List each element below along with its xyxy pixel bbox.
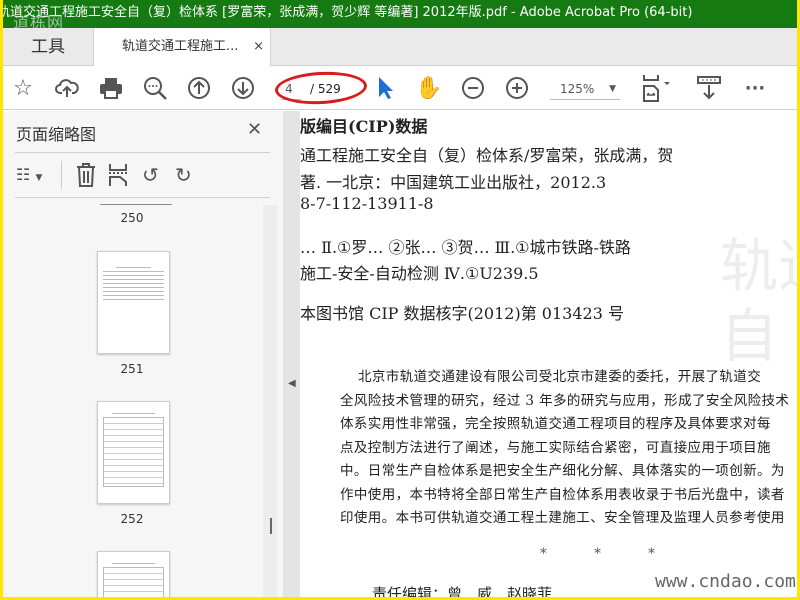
panel-resize-grip[interactable] [270,518,272,534]
panel-title: 页面缩略图 [16,125,97,144]
collapse-panel-arrow-icon[interactable]: ◀ [288,378,296,389]
arrow-down-icon[interactable] [229,74,257,102]
arrow-up-icon[interactable] [185,74,213,102]
rotate-left-icon[interactable]: ↺ [142,163,159,187]
panel-splitter[interactable]: ◀ [283,111,300,597]
chevron-down-icon: ▼ [609,84,616,94]
paragraph-line: 全风险技术管理的研究，经过 3 年多的研究与应用，形成了安全风险技术 [340,393,790,409]
thumbnail-options-icon[interactable]: ☷ ▼ [16,165,42,184]
thumbnail-label: 250 [120,211,144,225]
thumbnail-label: 251 [120,362,144,376]
divider [61,161,62,189]
tab-tools[interactable]: 工具 [3,28,93,66]
tab-document-label: 轨道交通工程施工... [122,39,239,54]
thumbnail-scrollbar[interactable] [263,205,277,597]
tab-document[interactable]: 轨道交通工程施工... × [93,28,271,67]
zoom-value: 125% [560,82,595,96]
paragraph-line: 体系实用性非常强，完全按照轨道交通工程项目的程序及具体要求对每 [340,416,771,432]
thumbnail-page-252[interactable] [97,401,170,504]
window-title: 轨道交通工程施工安全自（复）检体系 [罗富荣，张成满，贺少辉 等编著] 2012… [3,5,693,20]
more-icon[interactable]: ··· [741,74,769,102]
paragraph-line: 中。日常生产自检体系是把安全生产细化分解、具体落实的一项创新。为 [340,463,785,479]
site-watermark: www.cndao.com [655,571,796,592]
paragraph-line: 印使用。本书可供轨道交通工程土建施工、安全管理及监理人员参考使用 [340,510,785,526]
thumbnail-page-253[interactable] [97,551,170,597]
insert-page-icon[interactable] [108,163,128,192]
red-annotation-ellipse [274,69,368,107]
editor-line: 责任编辑：曾 威 赵晓菲 [372,585,553,597]
title-bar: 轨道交通工程施工安全自（复）检体系 [罗富荣，张成满，贺少辉 等编著] 2012… [3,0,797,32]
zoom-out-icon[interactable] [459,74,487,102]
thumbnail-page-edge [100,204,172,205]
cloud-upload-icon[interactable] [53,74,81,102]
trash-icon[interactable] [76,163,96,192]
star-icon[interactable]: ☆ [9,74,37,102]
thumbnail-list: 250 251 252 [3,201,261,597]
doc-line: 8-7-112-13911-8 [300,194,434,213]
divider [15,197,270,198]
paragraph-line: 作中使用，本书特将全部日常生产自检体系用表收录于书后光盘中，读者 [340,487,785,503]
zoom-select[interactable]: 125% ▼ [550,78,620,100]
rotate-right-icon[interactable]: ↻ [175,163,192,187]
document-view[interactable]: 轨道交通工程施工安全 自（复）检体系 版编目(CIP)数据 通工程施工安全自（复… [300,111,797,597]
doc-line: … Ⅱ.①罗… ②张… ③贺… Ⅲ.①城市铁路-铁路 [300,238,631,257]
thumbnail-page-251[interactable] [97,251,170,354]
doc-line: 施工-安全-自动检测 Ⅳ.①U239.5 [300,264,539,283]
doc-line: 著. 一北京：中国建筑工业出版社，2012.3 [300,173,607,192]
paragraph-line: 点及控制方法进行了阐述，与施工实际结合紧密，可直接应用于项目施 [340,440,771,456]
cip-heading: 版编目(CIP)数据 [300,117,428,136]
close-panel-icon[interactable]: ✕ [247,119,262,140]
print-icon[interactable] [97,74,125,102]
acrobat-window: 轨道交通工程施工安全自（复）检体系 [罗富荣，张成满，贺少辉 等编著] 2012… [3,0,797,597]
close-tab-icon[interactable]: × [253,28,264,66]
zoom-in-icon[interactable] [503,74,531,102]
doc-line: 通工程施工安全自（复）检体系/罗富荣，张成满，贺 [300,146,674,165]
divider [15,152,270,153]
scan-icon[interactable] [695,74,723,102]
page-thumbnails-panel: 页面缩略图 ✕ ☷ ▼ ↺ ↻ 250 251 252 [3,111,283,597]
toolbar: ☆ 4 / 529 ✋ 125% ▼ ··· [3,66,797,110]
tab-bar: 工具 轨道交通工程施工... × [3,28,797,67]
fit-page-icon[interactable] [639,74,675,102]
thumbnail-label: 252 [120,512,144,526]
find-icon[interactable] [141,74,169,102]
section-stars: * * * [540,546,656,562]
select-cursor-icon[interactable] [371,74,399,102]
paragraph-line: 北京市轨道交通建设有限公司受北京市建委的委托，开展了轨道交 [358,369,762,385]
hand-icon[interactable]: ✋ [415,74,443,102]
scan-ghost-text: 轨道交通工程施工安全 自（复）检体系 [720,232,797,370]
doc-line: 本图书馆 CIP 数据核字(2012)第 013423 号 [300,304,624,323]
